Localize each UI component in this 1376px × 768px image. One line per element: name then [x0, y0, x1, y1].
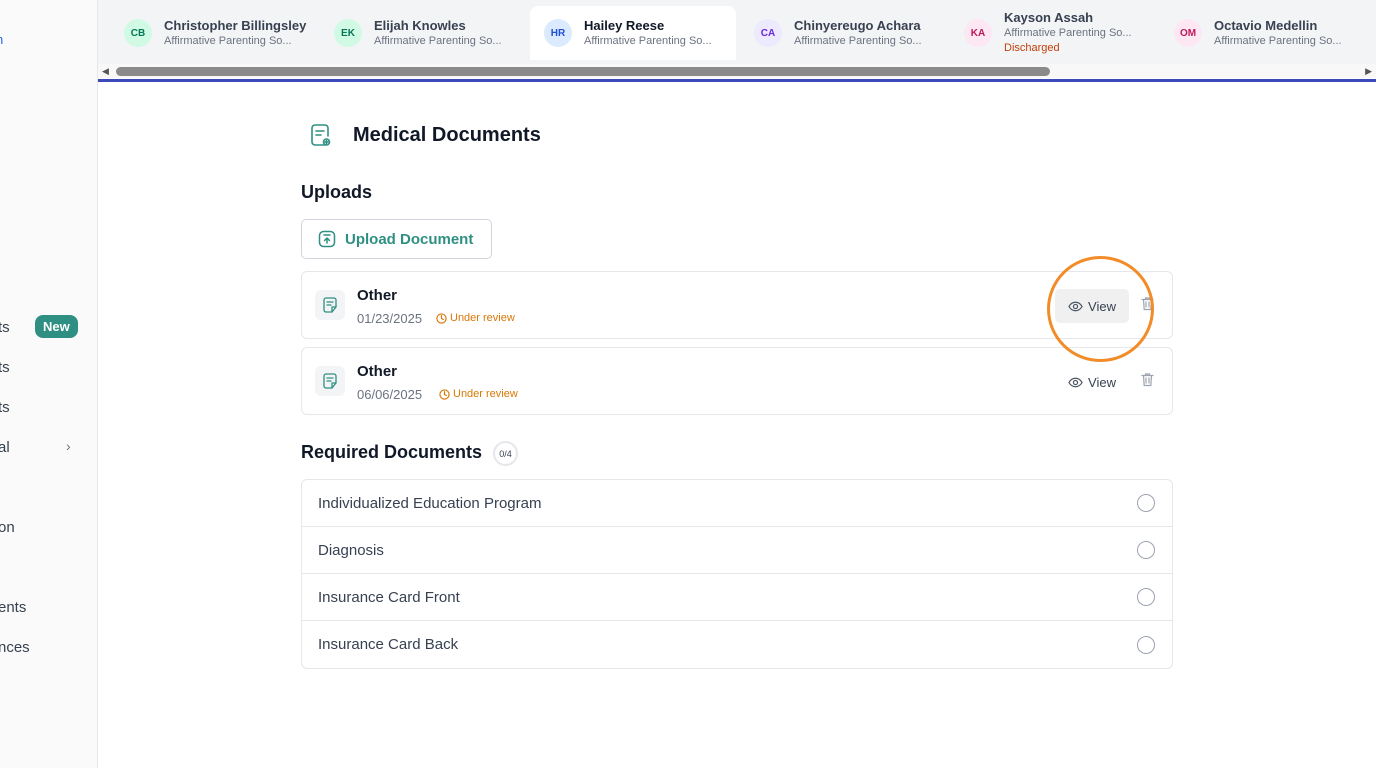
- client-tab-strip: CB Christopher Billingsley Affirmative P…: [98, 0, 1376, 64]
- sidebar-top-link[interactable]: n: [0, 32, 3, 47]
- clock-icon: [439, 388, 450, 400]
- required-document-label: Diagnosis: [318, 541, 384, 559]
- tab-name: Elijah Knowles: [374, 17, 466, 33]
- scroll-thumb[interactable]: [116, 67, 1050, 76]
- avatar: CA: [754, 19, 782, 47]
- eye-icon: [1068, 377, 1083, 388]
- sidebar-item-2[interactable]: ts: [0, 355, 97, 379]
- tab-chinyereugo-achara[interactable]: CA Chinyereugo Achara Affirmative Parent…: [740, 6, 946, 60]
- tab-elijah-knowles[interactable]: EK Elijah Knowles Affirmative Parenting …: [320, 6, 526, 60]
- tab-subtitle: Affirmative Parenting So...: [1214, 34, 1342, 47]
- document-name: Other: [357, 363, 398, 380]
- document-name: Other: [357, 287, 398, 304]
- status-circle-icon: [1137, 635, 1155, 654]
- view-button[interactable]: View: [1055, 289, 1129, 323]
- discharged-status: Discharged: [1004, 42, 1060, 54]
- sidebar-item-label: nces: [0, 638, 30, 656]
- status-circle-icon: [1137, 588, 1155, 606]
- avatar: OM: [1174, 19, 1202, 47]
- clock-icon: [436, 312, 447, 324]
- status-circle-icon: [1137, 494, 1155, 512]
- scroll-right-arrow-icon[interactable]: ▶: [1365, 66, 1372, 77]
- upload-document-label: Upload Document: [345, 230, 474, 248]
- list-item[interactable]: Diagnosis: [302, 527, 1172, 574]
- tab-subtitle: Affirmative Parenting So...: [794, 34, 922, 47]
- sidebar: n ts New ts ts al › on ents nces: [0, 0, 98, 768]
- trash-icon: [1140, 296, 1154, 316]
- required-document-label: Individualized Education Program: [318, 494, 542, 512]
- avatar: KA: [964, 19, 992, 47]
- delete-button[interactable]: [1138, 372, 1156, 392]
- delete-button[interactable]: [1138, 296, 1156, 316]
- required-document-label: Insurance Card Front: [318, 588, 460, 606]
- tab-octavio-medellin[interactable]: OM Octavio Medellin Affirmative Parentin…: [1160, 6, 1366, 60]
- chevron-right-icon: ›: [66, 438, 71, 454]
- status-circle-icon: [1137, 541, 1155, 559]
- status-badge: Under review: [436, 312, 515, 324]
- tab-subtitle: Affirmative Parenting So...: [1004, 27, 1132, 39]
- list-item[interactable]: Insurance Card Back: [302, 621, 1172, 668]
- tab-underline: [98, 79, 1376, 82]
- upload-document-button[interactable]: Upload Document: [301, 219, 492, 259]
- view-label: View: [1088, 298, 1116, 314]
- sidebar-item-label: ts: [0, 398, 10, 416]
- new-badge: New: [35, 315, 78, 338]
- medical-document-icon: [300, 120, 340, 150]
- sidebar-item-4[interactable]: al ›: [0, 435, 97, 459]
- tab-kayson-assah[interactable]: KA Kayson Assah Affirmative Parenting So…: [950, 6, 1156, 60]
- uploaded-document-row: Other 06/06/2025 Under review View: [301, 347, 1173, 415]
- tab-subtitle: Affirmative Parenting So...: [374, 34, 502, 47]
- upload-icon: [318, 230, 336, 248]
- required-documents-list: Individualized Education Program Diagnos…: [301, 479, 1173, 669]
- status-text: Under review: [453, 388, 518, 400]
- tab-name: Kayson Assah: [1004, 10, 1094, 25]
- status-text: Under review: [450, 312, 515, 324]
- document-date: 06/06/2025: [357, 387, 423, 402]
- uploaded-document-row: Other 01/23/2025 Under review View: [301, 271, 1173, 339]
- status-badge: Under review: [439, 388, 518, 400]
- document-icon: [315, 290, 345, 320]
- sidebar-item-label: al: [0, 438, 10, 456]
- document-date: 01/23/2025: [357, 311, 423, 326]
- tab-christopher-billingsley[interactable]: CB Christopher Billingsley Affirmative P…: [110, 6, 316, 60]
- page-header: Medical Documents: [300, 120, 541, 150]
- trash-icon: [1140, 372, 1154, 392]
- avatar: CB: [124, 19, 152, 47]
- tab-name: Hailey Reese: [584, 17, 665, 33]
- tab-subtitle: Affirmative Parenting So...: [164, 34, 292, 47]
- sidebar-item-3[interactable]: ts: [0, 395, 97, 419]
- required-documents-heading: Required Documents: [301, 442, 483, 462]
- tab-scrollbar[interactable]: ◀ ▶: [98, 64, 1376, 78]
- sidebar-item-label: on: [0, 518, 15, 536]
- sidebar-item-6[interactable]: ents: [0, 595, 97, 619]
- view-label: View: [1088, 374, 1116, 390]
- view-button[interactable]: View: [1055, 365, 1129, 399]
- sidebar-item-label: ts: [0, 358, 10, 376]
- required-count-badge: 0/4: [493, 441, 518, 466]
- document-icon: [315, 366, 345, 396]
- tab-name: Christopher Billingsley: [164, 17, 307, 33]
- list-item[interactable]: Insurance Card Front: [302, 574, 1172, 621]
- required-document-label: Insurance Card Back: [318, 636, 459, 653]
- uploads-heading: Uploads: [301, 182, 373, 202]
- eye-icon: [1068, 301, 1083, 312]
- page-title: Medical Documents: [353, 123, 541, 146]
- tab-subtitle: Affirmative Parenting So...: [584, 34, 712, 47]
- sidebar-item-5[interactable]: on: [0, 515, 97, 539]
- sidebar-item-1[interactable]: ts New: [0, 315, 97, 339]
- tab-name: Chinyereugo Achara: [794, 17, 921, 33]
- list-item[interactable]: Individualized Education Program: [302, 480, 1172, 527]
- scroll-left-arrow-icon[interactable]: ◀: [102, 66, 109, 77]
- tab-name: Octavio Medellin: [1214, 17, 1318, 33]
- tab-hailey-reese[interactable]: HR Hailey Reese Affirmative Parenting So…: [530, 6, 736, 60]
- sidebar-item-7[interactable]: nces: [0, 635, 97, 659]
- avatar: HR: [544, 19, 572, 47]
- sidebar-item-label: ts: [0, 318, 10, 336]
- sidebar-item-label: ents: [0, 598, 27, 616]
- avatar: EK: [334, 19, 362, 47]
